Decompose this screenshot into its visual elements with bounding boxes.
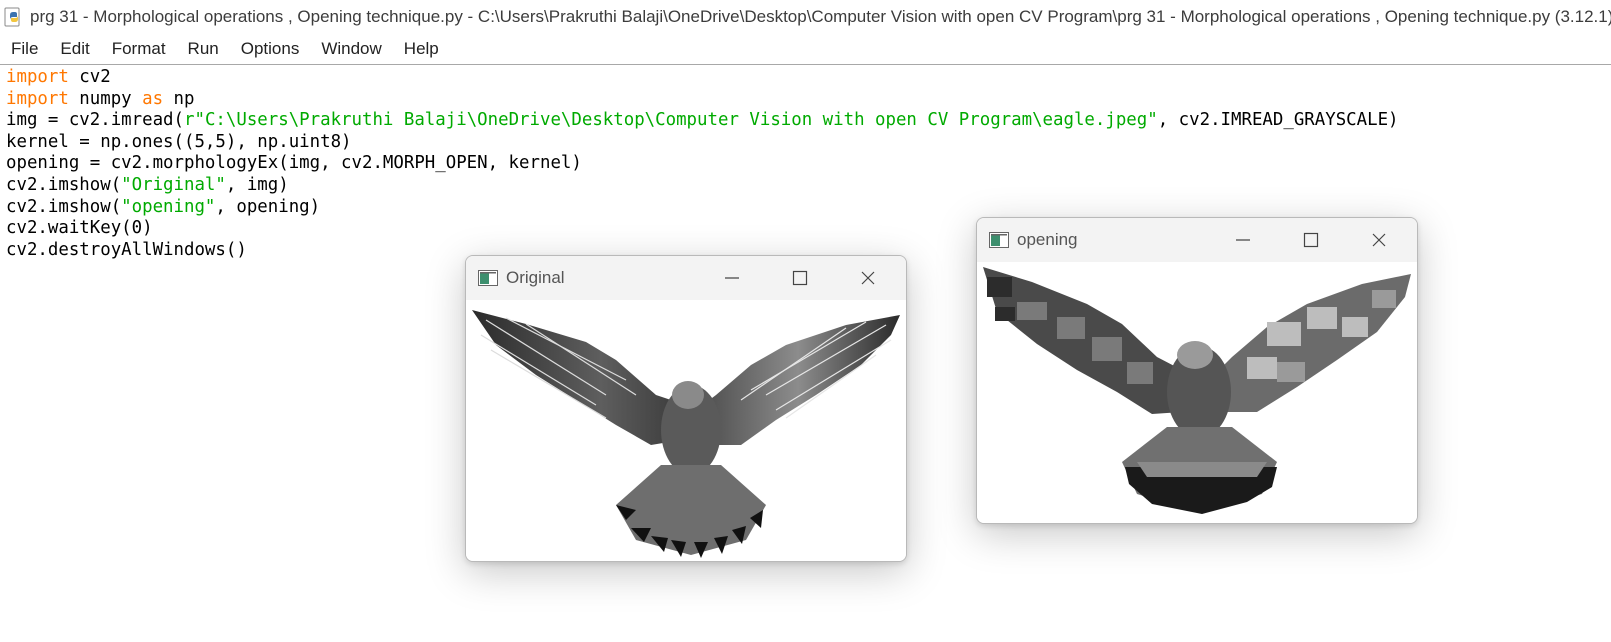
- maximize-button[interactable]: [1291, 226, 1331, 254]
- menu-edit[interactable]: Edit: [49, 39, 100, 59]
- code-line-5: opening = cv2.morphologyEx(img, cv2.MORP…: [6, 153, 582, 174]
- code-line-6: cv2.imshow("Original", img): [6, 175, 289, 195]
- keyword: import: [6, 67, 69, 87]
- opencv-window-icon: [478, 270, 498, 286]
- minimize-button[interactable]: [1223, 226, 1263, 254]
- maximize-icon: [792, 270, 808, 286]
- minimize-icon: [725, 277, 739, 279]
- string-literal: "opening": [121, 196, 216, 217]
- original-window-title: Original: [506, 268, 565, 287]
- keyword: import: [6, 88, 69, 109]
- code-text-span: , opening): [215, 196, 321, 217]
- code-line-3: img = cv2.imread(r"C:\Users\Prakruthi Ba…: [6, 110, 1399, 130]
- code-line-2: import numpy as np: [6, 89, 195, 109]
- opening-image-window[interactable]: opening: [976, 217, 1418, 524]
- code-text-span: np: [163, 88, 195, 109]
- code-line-9: cv2.destroyAllWindows(): [6, 239, 247, 260]
- menu-options[interactable]: Options: [230, 39, 311, 59]
- code-text-span: cv2: [68, 67, 111, 87]
- maximize-button[interactable]: [780, 264, 820, 292]
- minimize-button[interactable]: [712, 264, 752, 292]
- code-text-span: cv2.imshow(: [6, 174, 122, 195]
- original-image-canvas: [466, 300, 906, 561]
- window-title: prg 31 - Morphological operations , Open…: [30, 7, 1611, 26]
- close-icon: [861, 271, 875, 285]
- string-literal: "Original": [121, 174, 226, 195]
- eagle-opened-image: [983, 267, 1411, 514]
- string-literal: r"C:\Users\Prakruthi Balaji\OneDrive\Des…: [184, 110, 1158, 131]
- python-idle-icon: [4, 7, 20, 27]
- code-text-span: cv2.imshow(: [6, 196, 122, 217]
- opening-window-titlebar[interactable]: opening: [977, 218, 1417, 262]
- menu-file[interactable]: File: [0, 39, 49, 59]
- code-text-span: , img): [225, 174, 289, 195]
- opencv-window-icon: [989, 232, 1009, 248]
- window-titlebar: prg 31 - Morphological operations , Open…: [0, 0, 1611, 34]
- minimize-icon: [1236, 239, 1250, 241]
- menu-window[interactable]: Window: [310, 39, 392, 59]
- keyword: as: [142, 88, 164, 109]
- code-line-8: cv2.waitKey(0): [6, 218, 153, 239]
- close-icon: [1372, 233, 1386, 247]
- eagle-image: [472, 310, 900, 558]
- menu-run[interactable]: Run: [177, 39, 230, 59]
- opening-window-title: opening: [1017, 230, 1078, 249]
- code-line-1: import cv2: [6, 67, 111, 87]
- maximize-icon: [1303, 232, 1319, 248]
- menu-help[interactable]: Help: [393, 39, 450, 59]
- opening-image-canvas: [977, 262, 1417, 523]
- code-text-span: , cv2.IMREAD_GRAYSCALE): [1157, 110, 1399, 131]
- code-text-span: img = cv2.imread(: [6, 110, 184, 131]
- menu-format[interactable]: Format: [101, 39, 177, 59]
- close-button[interactable]: [848, 264, 888, 292]
- code-line-4: kernel = np.ones((5,5), np.uint8): [6, 131, 352, 152]
- code-text-span: numpy: [68, 88, 143, 109]
- menu-bar: File Edit Format Run Options Window Help: [0, 34, 1611, 65]
- original-window-titlebar[interactable]: Original: [466, 256, 906, 300]
- code-line-7: cv2.imshow("opening", opening): [6, 197, 320, 217]
- close-button[interactable]: [1359, 226, 1399, 254]
- original-image-window[interactable]: Original: [465, 255, 907, 562]
